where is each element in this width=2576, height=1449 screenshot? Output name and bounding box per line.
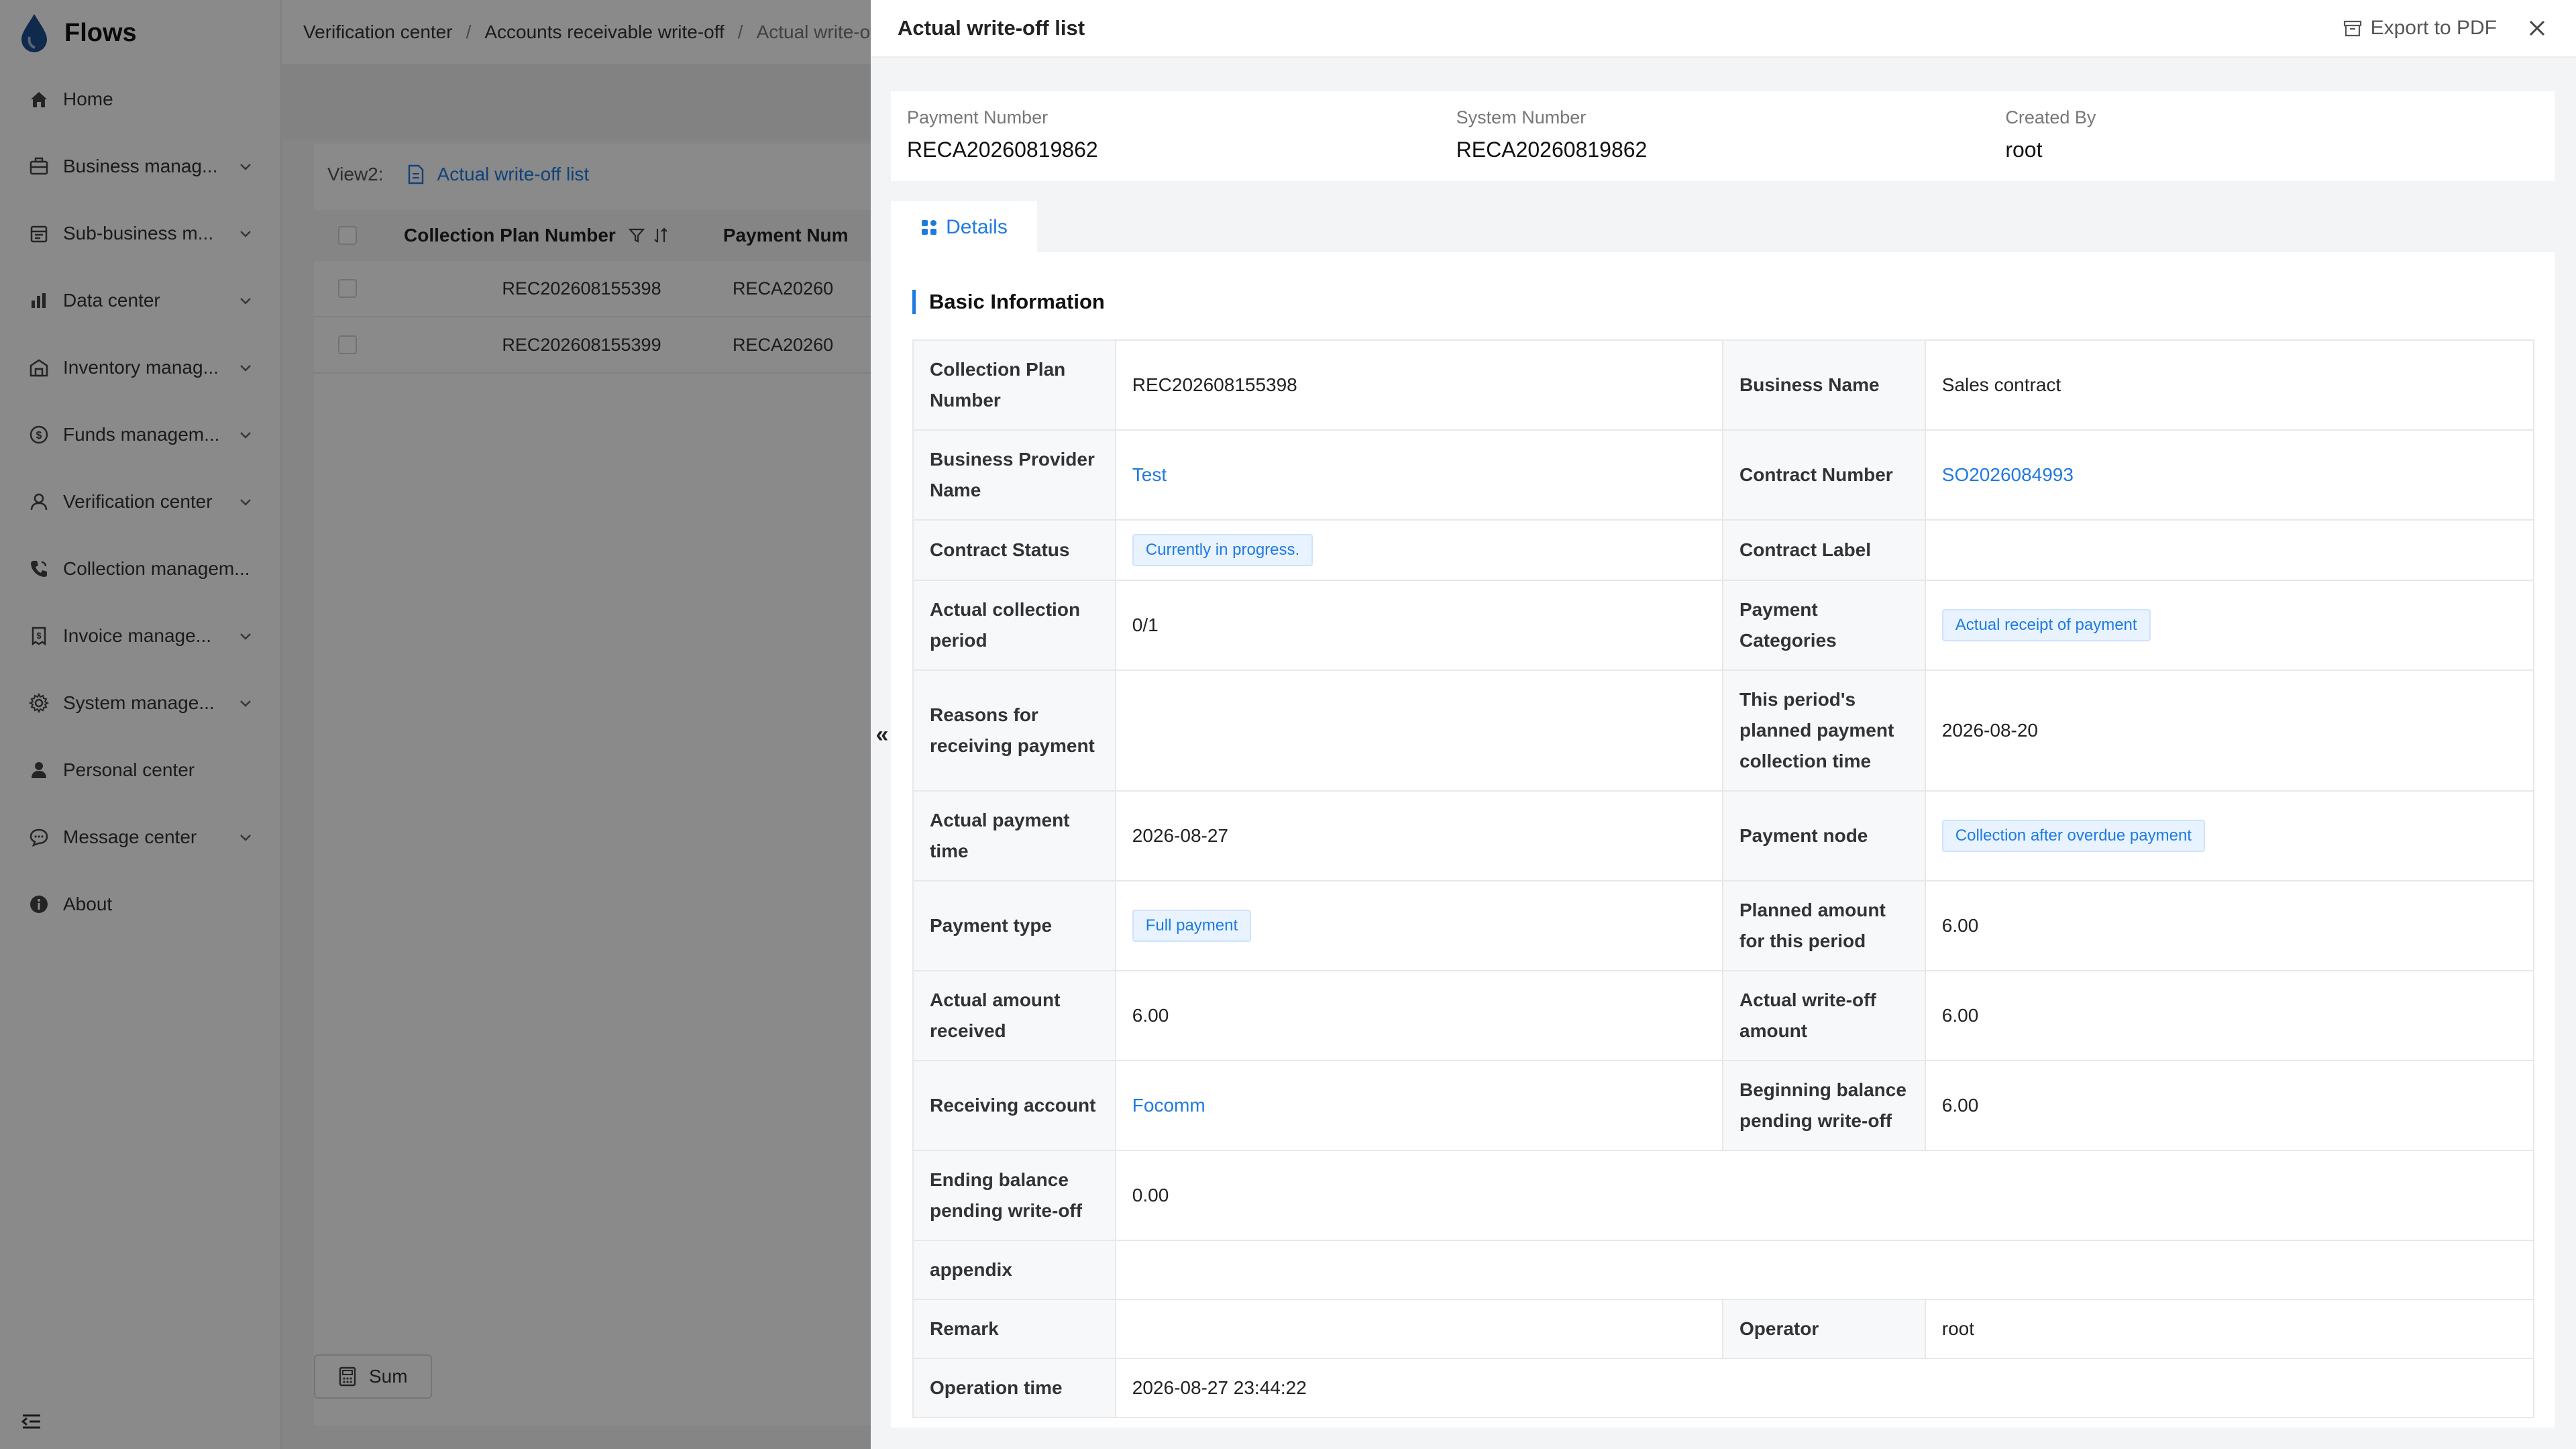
info-row: Ending balance pending write-off 0.00 — [914, 1151, 2533, 1241]
drawer-toggle-button[interactable]: « — [872, 721, 892, 748]
field-label: Collection Plan Number — [914, 341, 1116, 429]
info-row: Collection Plan Number REC202608155398 B… — [914, 341, 2533, 431]
field-value: 0/1 — [1116, 581, 1723, 669]
field-label: Planned amount for this period — [1723, 881, 1926, 970]
field-label: This period's planned payment collection… — [1723, 671, 1926, 790]
field-label: Actual write-off amount — [1723, 971, 1926, 1060]
field-value: Sales contract — [1941, 374, 2061, 395]
info-row: Reasons for receiving payment This perio… — [914, 671, 2533, 792]
payment-type-badge: Full payment — [1132, 910, 1252, 942]
info-row: appendix — [914, 1241, 2533, 1300]
tab-details[interactable]: Details — [891, 201, 1037, 254]
field-label: Payment node — [1723, 792, 1926, 880]
field-value: 2026-08-27 23:44:22 — [1132, 1377, 1307, 1398]
field-label: appendix — [914, 1241, 1116, 1299]
close-icon[interactable] — [2525, 16, 2549, 40]
field-value-wrap: Collection after overdue payment — [1926, 792, 2533, 880]
summary-value: root — [2005, 138, 2043, 162]
field-value — [1926, 521, 2533, 580]
section-title: Basic Information — [912, 290, 1105, 314]
summary-label: System Number — [1456, 107, 1587, 127]
field-label: Remark — [914, 1300, 1116, 1358]
grid-icon — [922, 220, 937, 235]
summary-value: RECA20260819862 — [907, 138, 1098, 162]
summary-label: Payment Number — [907, 107, 1049, 127]
field-label: Business Name — [1723, 341, 1926, 429]
info-row: Actual collection period 0/1 Payment Cat… — [914, 581, 2533, 671]
export-pdf-label: Export to PDF — [2370, 17, 2497, 39]
field-value-wrap: Test — [1116, 431, 1723, 519]
info-row: Payment type Full payment Planned amount… — [914, 881, 2533, 971]
field-value: REC202608155398 — [1116, 341, 1723, 429]
field-label: Actual collection period — [914, 581, 1116, 669]
summary-payment-number: Payment Number RECA20260819862 — [907, 107, 1456, 181]
field-value: 2026-08-20 — [1941, 720, 2038, 741]
info-row: Contract Status Currently in progress. C… — [914, 521, 2533, 581]
field-label: Reasons for receiving payment — [914, 671, 1116, 790]
field-label: Receiving account — [914, 1061, 1116, 1150]
summary-label: Created By — [2005, 107, 2096, 127]
field-label: Contract Number — [1723, 431, 1926, 519]
contract-number-link[interactable]: SO2026084993 — [1942, 460, 2074, 490]
category-badge: Actual receipt of payment — [1941, 609, 2151, 641]
tab-label: Details — [946, 216, 1008, 238]
field-value: 6.00 — [1116, 971, 1723, 1060]
field-label: Contract Status — [914, 521, 1116, 580]
drawer-header: Actual write-off list Export to PDF — [871, 0, 2576, 58]
field-value-wrap: SO2026084993 — [1926, 431, 2533, 519]
info-row: Actual payment time 2026-08-27 Payment n… — [914, 792, 2533, 881]
summary-created-by: Created By root — [2005, 107, 2555, 181]
field-label: Actual payment time — [914, 792, 1116, 880]
field-label: Beginning balance pending write-off — [1723, 1061, 1926, 1150]
field-label: Operator — [1723, 1300, 1926, 1358]
field-value — [1116, 671, 1723, 790]
info-row: Business Provider Name Test Contract Num… — [914, 431, 2533, 521]
info-row: Actual amount received 6.00 Actual write… — [914, 971, 2533, 1061]
info-row: Remark Operator root — [914, 1300, 2533, 1359]
basic-info-table: Collection Plan Number REC202608155398 B… — [912, 339, 2534, 1418]
field-value: 0.00 — [1132, 1185, 1169, 1205]
field-label: Payment Categories — [1723, 581, 1926, 669]
summary-value: RECA20260819862 — [1456, 138, 1648, 162]
field-value: 6.00 — [1941, 1095, 1979, 1116]
export-pdf-button[interactable]: Export to PDF — [2343, 17, 2497, 40]
detail-drawer: Actual write-off list Export to PDF Paym… — [871, 0, 2576, 1449]
info-row: Receiving account Focomm Beginning balan… — [914, 1061, 2533, 1151]
drawer-title: Actual write-off list — [898, 16, 1085, 40]
field-value-wrap: Full payment — [1116, 881, 1723, 970]
archive-icon — [2343, 20, 2361, 37]
payment-node-badge: Collection after overdue payment — [1941, 820, 2205, 852]
field-value-wrap: Currently in progress. — [1116, 521, 1723, 580]
field-value: 2026-08-27 — [1116, 792, 1723, 880]
receiving-account-link[interactable]: Focomm — [1132, 1090, 1205, 1121]
field-value — [1116, 1241, 2533, 1299]
info-row: Operation time 2026-08-27 23:44:22 — [914, 1359, 2533, 1417]
business-provider-link[interactable]: Test — [1132, 460, 1167, 490]
field-label: Ending balance pending write-off — [914, 1151, 1116, 1240]
field-value: 6.00 — [1941, 915, 1979, 936]
field-value: root — [1941, 1318, 1975, 1339]
field-label: Business Provider Name — [914, 431, 1116, 519]
summary-card: Payment Number RECA20260819862 System Nu… — [891, 91, 2555, 181]
field-label: Operation time — [914, 1359, 1116, 1417]
field-label: Actual amount received — [914, 971, 1116, 1060]
field-value-wrap: Actual receipt of payment — [1926, 581, 2533, 669]
status-badge: Currently in progress. — [1132, 534, 1313, 566]
field-value — [1116, 1300, 1723, 1358]
summary-system-number: System Number RECA20260819862 — [1456, 107, 2006, 181]
modal-overlay[interactable] — [0, 0, 872, 1449]
field-value-wrap: Focomm — [1116, 1061, 1723, 1150]
field-label: Payment type — [914, 881, 1116, 970]
field-value: 6.00 — [1941, 1005, 1979, 1026]
tabs-bar: Details — [891, 201, 2555, 254]
field-label: Contract Label — [1723, 521, 1926, 580]
detail-card: Basic Information Collection Plan Number… — [891, 252, 2555, 1428]
